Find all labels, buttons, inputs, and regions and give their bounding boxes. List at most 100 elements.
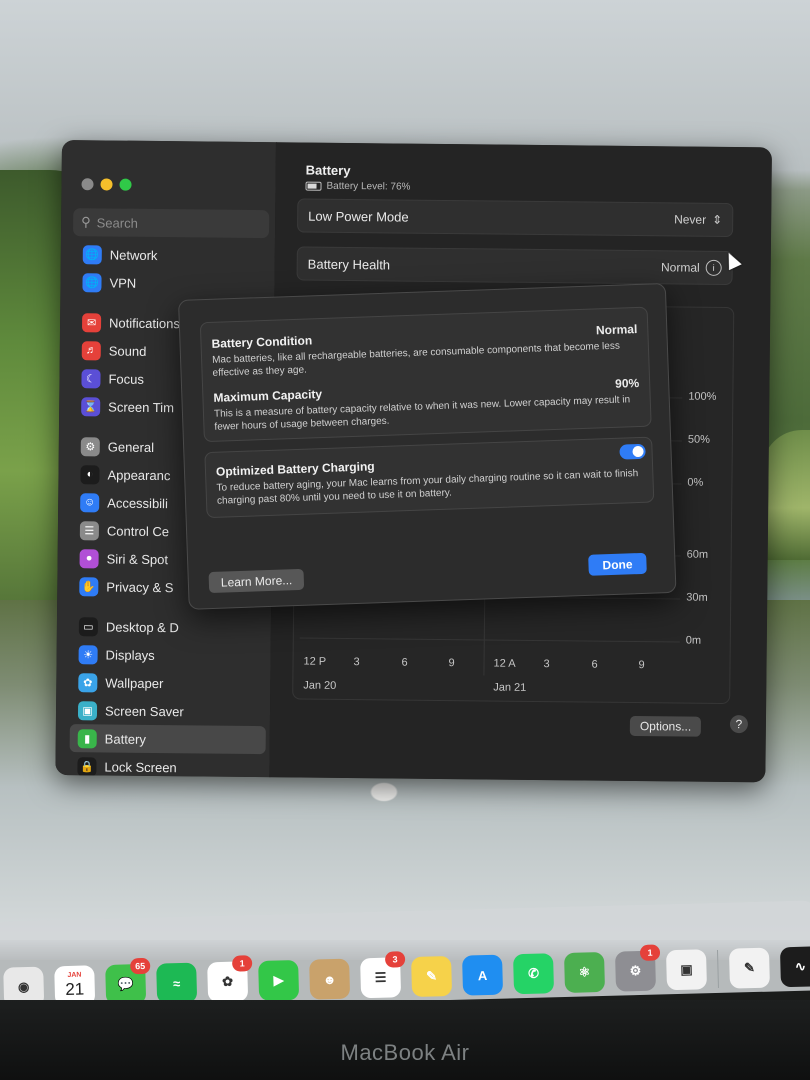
battery-level: Battery Level: 76% [305,181,411,193]
reminders-icon[interactable]: ☰ 3 [360,951,406,999]
zoom-button[interactable] [119,178,132,191]
low-power-mode-label: Low Power Mode [308,208,409,225]
search-input[interactable]: ⚲ Search [72,208,270,239]
sidebar-item-label: Siri & Spot [106,550,169,567]
battery-health-label: Battery Health [307,256,391,272]
hourglass-icon: ⌛ [81,396,101,416]
sidebar-item-wallpaper[interactable]: ✿ Wallpaper [70,668,266,698]
battery-info-card: Battery Condition Normal Mac batteries, … [199,306,652,443]
network-icon: 🌐 [82,244,102,264]
y-tick-50: 50% [687,433,710,446]
hand-icon: ✋ [79,576,99,596]
page-title: Battery [305,162,351,179]
low-power-mode-row: Low Power Mode Never ⇕ [297,198,734,238]
y-tick-30m: 30m [686,591,708,604]
app-store-icon[interactable]: A [462,954,504,996]
photos-icon[interactable]: ✿ 1 [207,955,253,1003]
battery-condition: Battery Condition Normal Mac batteries, … [211,322,638,380]
close-button[interactable] [81,178,94,191]
sidebar-item-label: General [107,438,155,455]
whatsapp-icon[interactable]: ✆ [513,953,555,995]
sidebar-item-screen-saver[interactable]: ▣ Screen Saver [70,696,266,726]
camera-icon[interactable]: ▣ [665,949,708,991]
window-controls [81,178,132,191]
accessibility-icon: ☺ [80,492,100,512]
screen-saver-icon: ▣ [77,700,98,720]
search-placeholder: Search [96,214,138,231]
bell-icon: ✉ [81,312,102,332]
x-tick: 12 A [493,657,516,670]
control-center-icon: ☰ [79,520,100,540]
sidebar-item-vpn[interactable]: 🌐 VPN [74,268,270,298]
sidebar-item-label: Appearanc [107,466,171,483]
facetime-icon[interactable]: ▶ [258,959,300,1001]
battery-condition-value: Normal [595,321,638,338]
notification-badge: 1 [231,955,253,972]
pen-icon[interactable]: ✎ [728,947,770,989]
y-tick-60m: 60m [686,548,709,561]
calendar-day: 21 [65,979,85,1000]
y-tick-100: 100% [688,390,717,403]
sidebar-item-label: Accessibili [107,494,168,511]
x-tick: 9 [638,659,645,672]
appearance-icon: ◐ [80,464,100,484]
moon-icon: ☾ [81,368,101,388]
low-power-mode-value: Never [674,212,707,227]
battery-health-row: Battery Health Normal i [296,246,733,286]
siri-icon: ● [79,548,99,568]
x-tick: 12 P [303,655,327,668]
notification-badge: 1 [639,944,661,961]
sidebar-item-battery[interactable]: ▮ Battery [69,724,266,755]
battery-health-sheet: Battery Condition Normal Mac batteries, … [178,282,677,610]
flower-icon: ✿ [78,672,98,692]
contacts-icon[interactable]: ☻ [309,958,351,1000]
desktop-icon: ▭ [78,616,99,636]
search-icon: ⚲ [81,214,91,230]
sun-icon: ☀ [78,644,98,664]
x-date-jan20: Jan 20 [303,679,337,692]
optimized-charging-toggle[interactable] [619,443,646,460]
wallpaper-hill-right [762,430,810,560]
optimized-charging-card: Optimized Battery Charging To reduce bat… [204,436,655,519]
sidebar-item-label: Lock Screen [104,758,177,775]
lock-icon: 🔒 [77,756,97,776]
options-button[interactable]: Options... [629,715,702,737]
sidebar-item-label: Displays [105,646,155,663]
gear-icon: ⚙ [80,436,100,456]
sidebar-item-label: Focus [108,371,144,387]
sidebar-item-label: Privacy & S [106,578,174,595]
vpn-icon: 🌐 [82,272,102,292]
settings-gear-icon[interactable]: ⚙ 1 [614,944,661,992]
help-button[interactable]: ? [729,715,749,734]
activity-icon[interactable]: ∿ [779,946,810,988]
maximum-capacity: Maximum Capacity 90% This is a measure o… [213,376,640,434]
learn-more-button[interactable]: Learn More... [208,568,305,594]
x-tick: 6 [401,656,408,669]
x-tick: 6 [591,658,598,671]
sidebar-item-label: Notifications [109,315,180,331]
sidebar-item-desktop-d[interactable]: ▭ Desktop & D [71,612,267,642]
y-tick-0m: 0m [685,634,702,647]
battery-health-value: Normal [660,260,700,275]
messages-icon[interactable]: 💬 65 [105,957,151,1005]
sidebar-item-displays[interactable]: ☀ Displays [70,640,266,670]
minimize-button[interactable] [100,178,113,191]
done-button[interactable]: Done [588,552,647,576]
info-icon[interactable]: i [705,259,722,276]
battery-level-icon [305,181,322,191]
notes-icon[interactable]: ✎ [411,955,453,997]
atom-icon[interactable]: ⚛ [564,951,606,993]
low-power-mode-select[interactable]: Never ⇕ [674,212,722,227]
sidebar-item-label: Wallpaper [105,674,164,691]
device-label: MacBook Air [340,1040,470,1065]
spotify-icon[interactable]: ≈ [156,962,198,1004]
sidebar-item-label: Desktop & D [105,618,179,635]
x-tick: 3 [543,658,550,671]
dock-icons: ◉ JAN 21 💬 65 ≈ ✿ 1 ▶ ☻ ☰ 3 ✎ A ✆ ⚛ ⚙ 1 ▣ ✎ ∿ [3,944,810,1008]
battery-icon: ▮ [77,728,97,748]
sidebar-item-network[interactable]: 🌐 Network [75,240,271,270]
maximum-capacity-value: 90% [614,375,640,391]
notification-badge: 65 [129,957,151,975]
chevron-updown-icon: ⇕ [712,212,723,227]
sidebar-item-label: Screen Tim [108,398,175,415]
